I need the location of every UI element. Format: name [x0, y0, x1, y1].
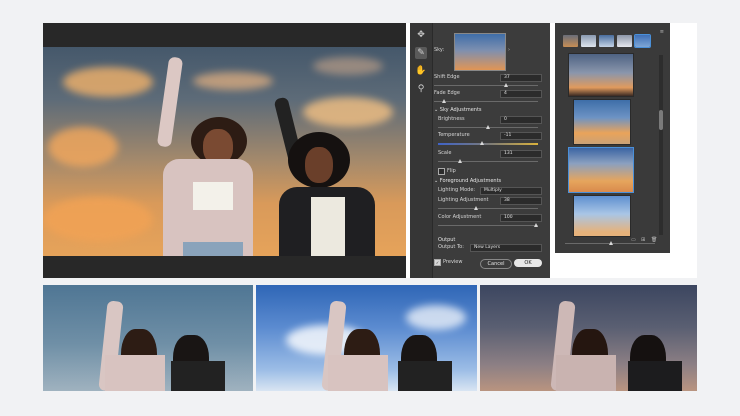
move-sky-tool-icon[interactable]: ✥ [415, 29, 427, 41]
fade-edge-label: Fade Edge [434, 90, 460, 96]
library-scrollbar[interactable] [659, 55, 663, 235]
scale-slider[interactable] [438, 159, 538, 163]
options-panel: Sky: › Shift Edge 37 Fade Edge 4 ⌄ Sky A… [434, 23, 548, 278]
color-adjustment-input[interactable]: 100 [500, 214, 542, 222]
brightness-label: Brightness [438, 116, 465, 122]
lighting-adjustment-label: Lighting Adjustment [438, 197, 489, 203]
sky-brush-tool-icon[interactable]: ✎ [415, 47, 427, 59]
sky-replacement-panel: ✥ ✎ ✋ ⚲ Sky: › Shift Edge 37 Fade Edge 4… [410, 23, 550, 278]
temperature-thumb[interactable] [480, 141, 484, 145]
thumbnail-size-slider[interactable] [565, 241, 655, 245]
thumbnail-size-thumb[interactable] [609, 241, 613, 245]
new-folder-icon[interactable]: ▭ [631, 237, 636, 243]
sky-preset-thumbnail[interactable] [568, 53, 634, 97]
lighting-adjustment-slider[interactable] [438, 206, 538, 210]
sky-category-strip [563, 34, 663, 48]
lighting-adjustment-thumb[interactable] [474, 206, 478, 210]
sky-category-thumb[interactable] [563, 35, 578, 47]
brightness-row: Brightness 0 [434, 116, 548, 124]
output-to-row: Output To: New Layers [434, 244, 548, 252]
cancel-button[interactable]: Cancel [480, 259, 512, 269]
preview-checkbox[interactable]: ✓ [434, 259, 441, 266]
shift-edge-thumb[interactable] [504, 83, 508, 87]
fade-edge-slider[interactable] [434, 99, 538, 103]
library-scroll-thumb[interactable] [659, 110, 663, 130]
shift-edge-slider[interactable] [434, 83, 538, 87]
foreground-adjustments-header[interactable]: ⌄ Foreground Adjustments [434, 178, 501, 184]
sky-adjustments-header[interactable]: ⌄ Sky Adjustments [434, 107, 482, 113]
shift-edge-row: Shift Edge 37 [434, 74, 548, 82]
flip-label: Flip [447, 168, 456, 174]
sky-library-panel: ≡ ▭ ⊞ 🗑 [555, 23, 670, 253]
lighting-adjustment-row: Lighting Adjustment 38 [434, 197, 548, 205]
lighting-adjustment-input[interactable]: 38 [500, 197, 542, 205]
flip-row: Flip [434, 168, 548, 176]
color-adjustment-slider[interactable] [438, 223, 538, 227]
scale-input[interactable]: 131 [500, 150, 542, 158]
lighting-mode-label: Lighting Mode: [438, 187, 476, 193]
output-to-select[interactable]: New Layers [470, 244, 542, 252]
brightness-input[interactable]: 0 [500, 116, 542, 124]
scale-thumb[interactable] [458, 159, 462, 163]
output-to-label: Output To: [438, 244, 464, 250]
ok-button[interactable]: OK [514, 259, 542, 267]
foreground-adjustments-label: Foreground Adjustments [439, 178, 502, 184]
sky-category-thumb[interactable] [617, 35, 632, 47]
scale-label: Scale [438, 150, 452, 156]
panel-menu-icon[interactable]: ≡ [660, 29, 664, 35]
main-photo [43, 47, 406, 256]
brightness-thumb[interactable] [486, 125, 490, 129]
scale-row: Scale 131 [434, 150, 548, 158]
sky-preset-thumbnail[interactable] [454, 33, 506, 71]
sky-preset-thumbnail[interactable] [573, 99, 631, 145]
flip-checkbox[interactable] [438, 168, 445, 175]
sky-category-thumb[interactable] [634, 34, 651, 48]
sky-preset-thumbnail-selected[interactable] [568, 147, 634, 193]
preview-label: Preview [443, 259, 463, 265]
sky-preset-thumbnail[interactable] [573, 195, 631, 237]
output-section-label: Output [438, 237, 456, 243]
tool-strip: ✥ ✎ ✋ ⚲ [410, 23, 433, 278]
fade-edge-input[interactable]: 4 [500, 90, 542, 98]
shift-edge-input[interactable]: 37 [500, 74, 542, 82]
sky-label: Sky: [434, 47, 445, 53]
variation-photo-2 [256, 285, 477, 391]
variation-photo-1 [43, 285, 253, 391]
delete-icon[interactable]: 🗑 [651, 237, 657, 243]
zoom-tool-icon[interactable]: ⚲ [415, 83, 427, 95]
color-adjustment-row: Color Adjustment 100 [434, 214, 548, 222]
sky-adjustments-label: Sky Adjustments [439, 107, 482, 113]
sky-category-thumb[interactable] [599, 35, 614, 47]
fade-edge-thumb[interactable] [442, 99, 446, 103]
variation-photo-3 [480, 285, 697, 391]
color-adjustment-label: Color Adjustment [438, 214, 482, 220]
document-window [43, 23, 406, 278]
temperature-row: Temperature -11 [434, 132, 548, 140]
temperature-slider[interactable] [438, 141, 538, 145]
brightness-slider[interactable] [438, 125, 538, 129]
sky-dropdown-arrow-icon[interactable]: › [508, 47, 510, 53]
lighting-mode-select[interactable]: Multiply [480, 187, 542, 195]
sky-category-thumb[interactable] [581, 35, 596, 47]
lighting-mode-row: Lighting Mode: Multiply [434, 187, 548, 195]
shift-edge-label: Shift Edge [434, 74, 460, 80]
hand-tool-icon[interactable]: ✋ [415, 65, 427, 77]
fade-edge-row: Fade Edge 4 [434, 90, 548, 98]
color-adjustment-thumb[interactable] [534, 223, 538, 227]
temperature-label: Temperature [438, 132, 470, 138]
temperature-input[interactable]: -11 [500, 132, 542, 140]
new-sky-icon[interactable]: ⊞ [641, 237, 645, 243]
